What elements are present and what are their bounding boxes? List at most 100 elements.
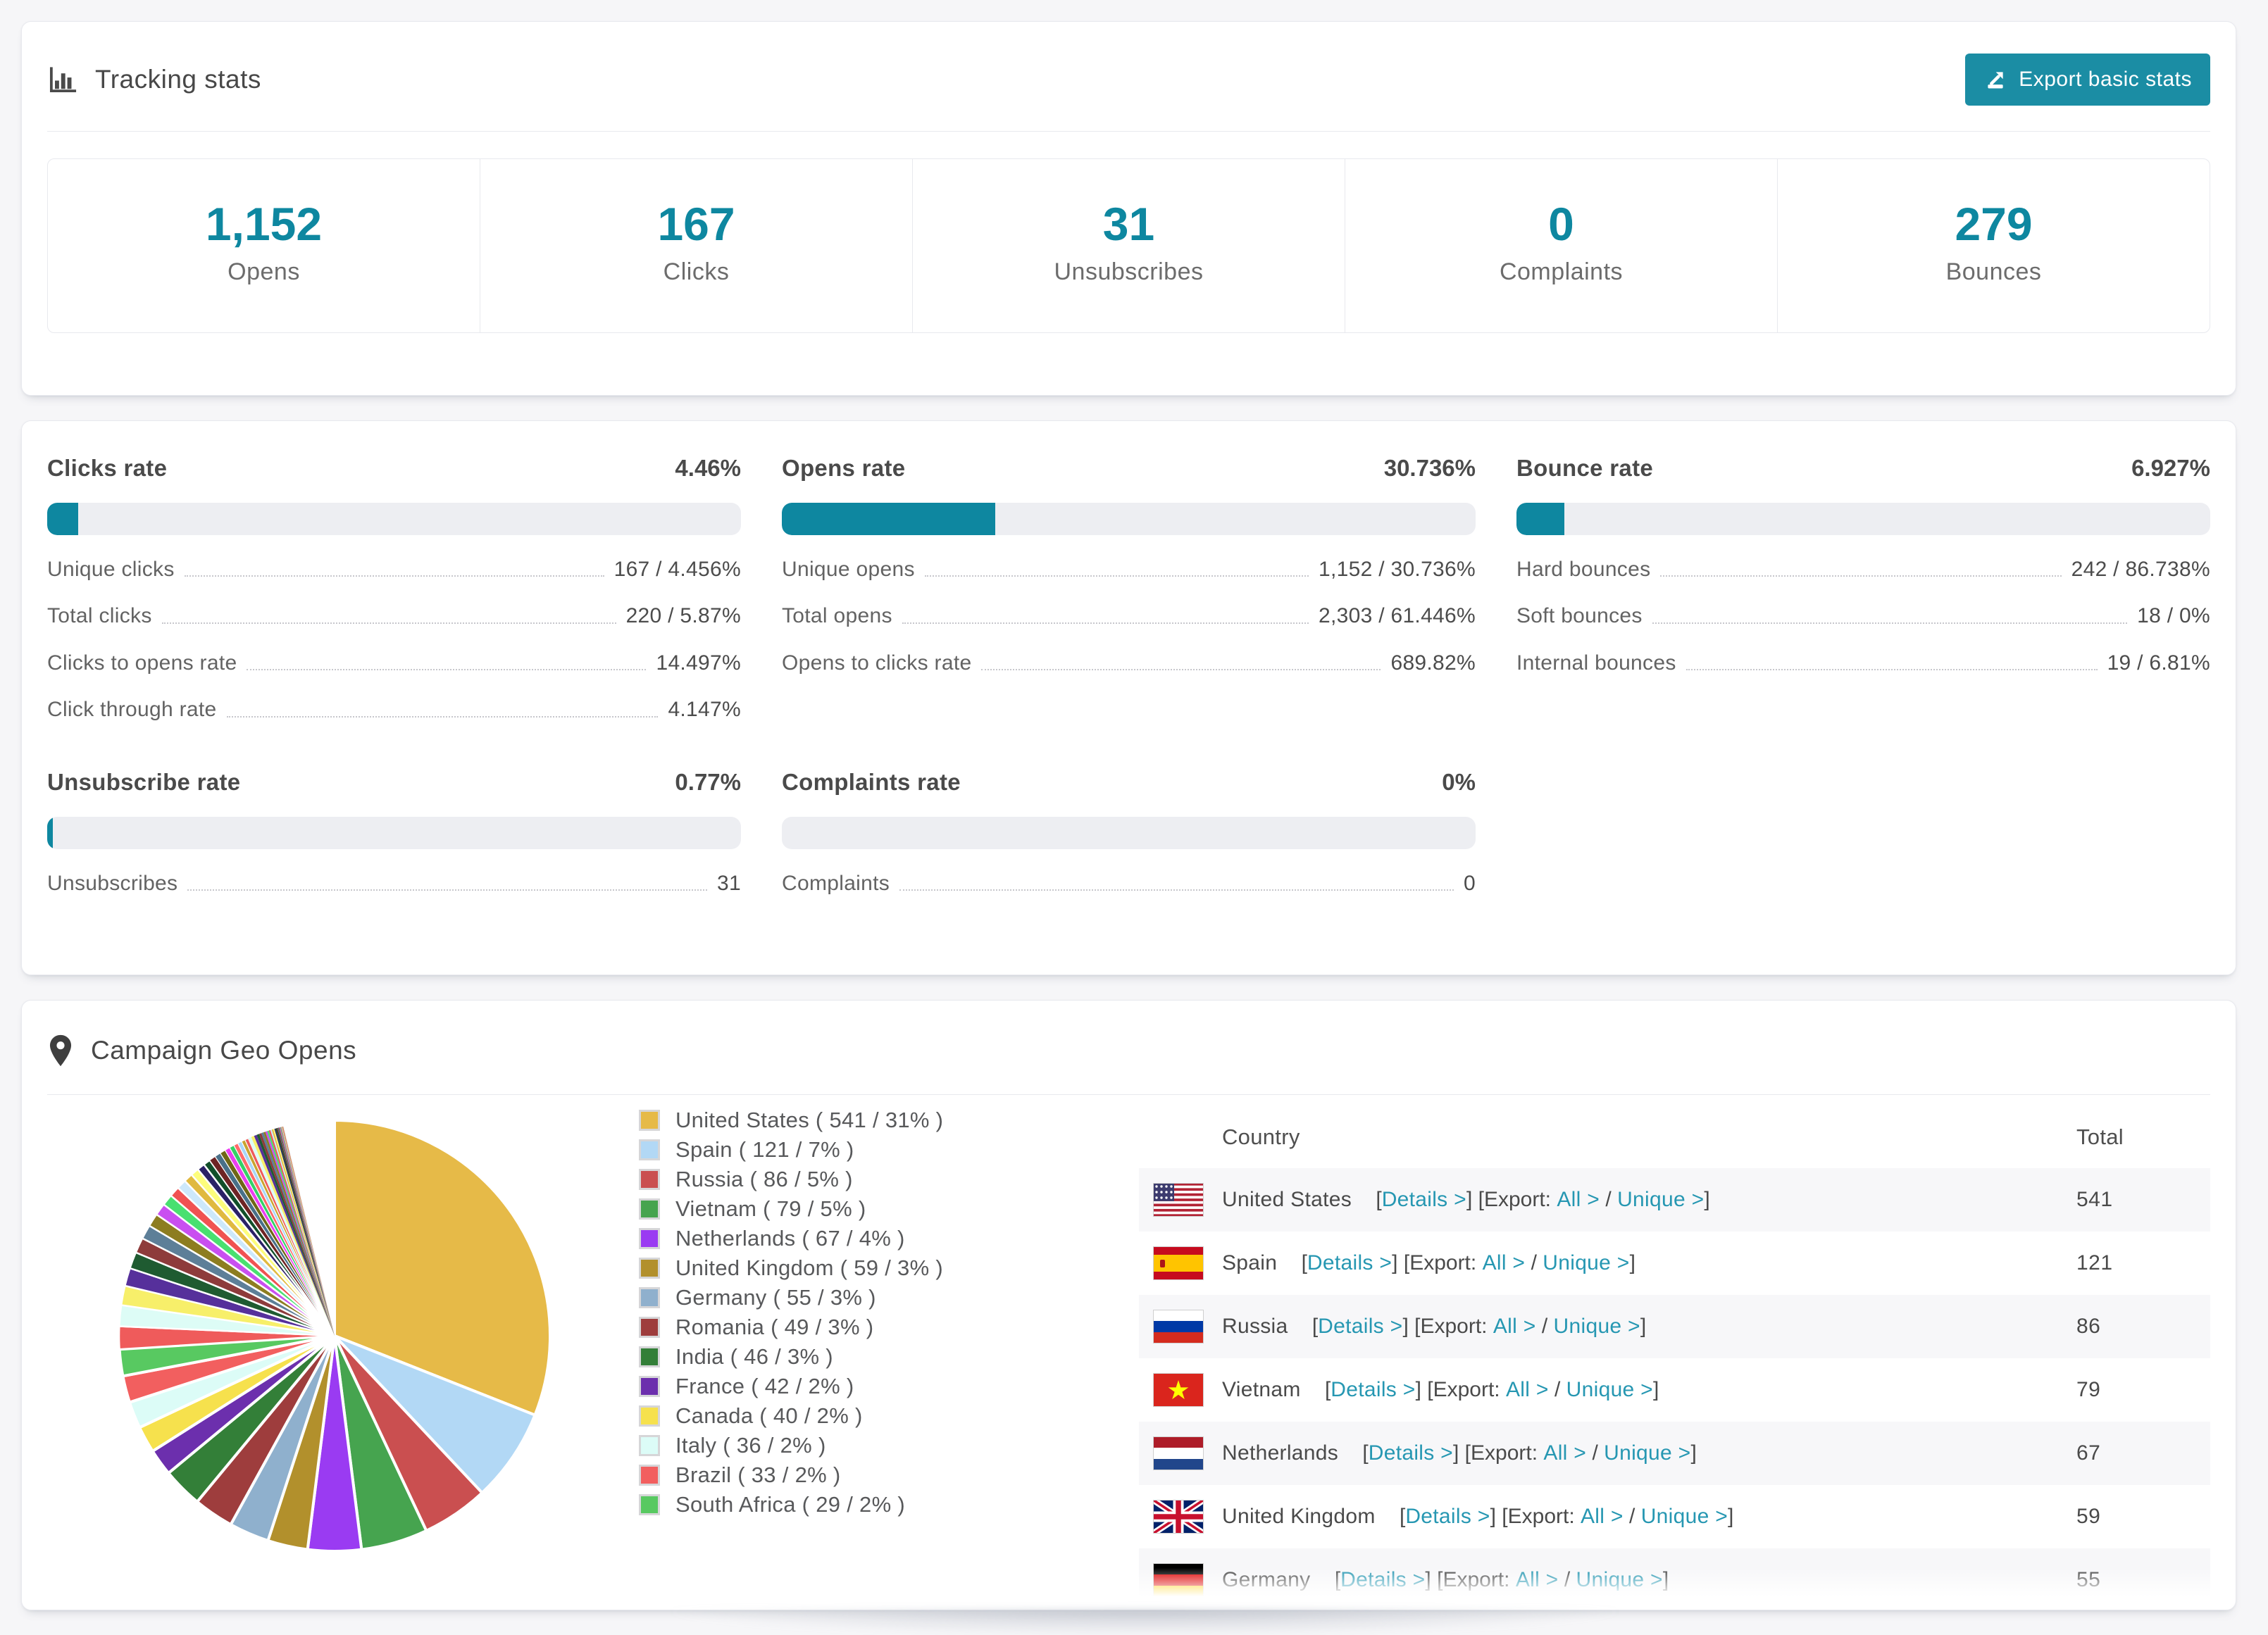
export-all-link[interactable]: All > — [1506, 1378, 1549, 1401]
details-link[interactable]: Details > — [1307, 1251, 1392, 1274]
export-unique-link[interactable]: Unique > — [1617, 1188, 1704, 1211]
legend-item-brazil[interactable]: Brazil ( 33 / 2% ) — [639, 1462, 1033, 1487]
legend-item-united-kingdom[interactable]: United Kingdom ( 59 / 3% ) — [639, 1255, 1033, 1280]
rate-detail-value: 0 — [1464, 871, 1476, 895]
legend-item-russia[interactable]: Russia ( 86 / 5% ) — [639, 1167, 1033, 1192]
flag-nl-icon — [1153, 1436, 1204, 1471]
export-unique-link[interactable]: Unique > — [1576, 1568, 1663, 1591]
export-icon — [1983, 68, 2007, 92]
legend-label: Germany ( 55 / 3% ) — [675, 1285, 876, 1310]
export-all-link[interactable]: All > — [1543, 1441, 1586, 1465]
geo-opens-card: Campaign Geo Opens United States ( 541 /… — [21, 1000, 2236, 1611]
country-links: [Details >] [Export: All > / Unique >] — [1319, 1378, 1659, 1402]
details-link[interactable]: Details > — [1318, 1315, 1402, 1338]
country-cell-container: Russia [Details >] [Export: All > / Uniq… — [1139, 1295, 2062, 1358]
export-unique-link[interactable]: Unique > — [1641, 1505, 1728, 1528]
legend-item-romania[interactable]: Romania ( 49 / 3% ) — [639, 1315, 1033, 1339]
table-row-germany: Germany [Details >] [Export: All > / Uni… — [1139, 1548, 2210, 1610]
rate-detail-row: Opens to clicks rate 689.82% — [782, 651, 1476, 676]
legend-label: India ( 46 / 3% ) — [675, 1344, 833, 1370]
legend-item-netherlands[interactable]: Netherlands ( 67 / 4% ) — [639, 1226, 1033, 1251]
details-link[interactable]: Details > — [1340, 1568, 1425, 1591]
legend-item-south-africa[interactable]: South Africa ( 29 / 2% ) — [639, 1492, 1033, 1517]
details-link[interactable]: Details > — [1331, 1378, 1415, 1401]
legend-item-vietnam[interactable]: Vietnam ( 79 / 5% ) — [639, 1196, 1033, 1221]
export-unique-link[interactable]: Unique > — [1554, 1315, 1640, 1338]
export-all-link[interactable]: All > — [1483, 1251, 1526, 1274]
stat-value: 1,152 — [205, 198, 323, 250]
legend-label: Italy ( 36 / 2% ) — [675, 1433, 826, 1458]
progress-bar-fill — [1516, 502, 1565, 535]
legend-item-india[interactable]: India ( 46 / 3% ) — [639, 1344, 1033, 1370]
country-cell: Spain [Details >] [Export: All > / Uniqu… — [1153, 1246, 2048, 1281]
progress-bar-fill — [47, 502, 78, 535]
country-cell-container: Germany [Details >] [Export: All > / Uni… — [1139, 1548, 2062, 1610]
country-total: 79 — [2076, 1378, 2101, 1402]
legend-label: South Africa ( 29 / 2% ) — [675, 1492, 905, 1517]
legend-swatch — [639, 1139, 660, 1161]
country-cell: Netherlands [Details >] [Export: All > /… — [1153, 1436, 2048, 1471]
dotted-leader — [981, 669, 1381, 671]
page-title: Tracking stats — [95, 65, 261, 94]
rate-detail-label: Complaints — [782, 871, 890, 895]
rate-detail-label: Total opens — [782, 604, 892, 628]
export-unique-link[interactable]: Unique > — [1543, 1251, 1629, 1274]
export-all-link[interactable]: All > — [1557, 1188, 1600, 1211]
table-row-netherlands: Netherlands [Details >] [Export: All > /… — [1139, 1422, 2210, 1486]
rate-header: Opens rate 30.736% — [782, 455, 1476, 482]
legend-label: France ( 42 / 2% ) — [675, 1374, 854, 1399]
country-name: United States — [1222, 1188, 1352, 1212]
geo-content: United States ( 541 / 31% ) Spain ( 121 /… — [47, 1106, 2210, 1610]
rate-detail-value: 18 / 0% — [2137, 604, 2210, 628]
country-cell: Germany [Details >] [Export: All > / Uni… — [1153, 1563, 2048, 1598]
export-unique-link[interactable]: Unique > — [1566, 1378, 1653, 1401]
export-basic-stats-button[interactable]: Export basic stats — [1965, 54, 2210, 106]
stat-tile-bounces: 279 Bounces — [1777, 159, 2210, 332]
country-name: Spain — [1222, 1251, 1278, 1275]
legend-swatch — [639, 1405, 660, 1427]
country-cell: United States [Details >] [Export: All >… — [1153, 1183, 2048, 1217]
flag-es-icon — [1153, 1246, 1204, 1281]
rate-title: Opens rate — [782, 454, 906, 481]
details-link[interactable]: Details > — [1382, 1188, 1466, 1211]
rate-card-unsubscribe-rate: Unsubscribe rate 0.77% Unsubscribes 31 — [47, 769, 741, 896]
dotted-leader — [1660, 575, 2062, 577]
legend-item-canada[interactable]: Canada ( 40 / 2% ) — [639, 1403, 1033, 1428]
country-total: 86 — [2076, 1315, 2101, 1339]
legend-item-united-states[interactable]: United States ( 541 / 31% ) — [639, 1108, 1033, 1132]
rate-header: Complaints rate 0% — [782, 769, 1476, 796]
legend-item-germany[interactable]: Germany ( 55 / 3% ) — [639, 1285, 1033, 1310]
details-link[interactable]: Details > — [1369, 1441, 1453, 1465]
stat-tile-opens: 1,152 Opens — [48, 159, 480, 332]
country-cell-container: Vietnam [Details >] [Export: All > / Uni… — [1139, 1358, 2062, 1422]
export-all-link[interactable]: All > — [1516, 1568, 1559, 1591]
stat-tile-clicks: 167 Clicks — [480, 159, 912, 332]
table-row-russia: Russia [Details >] [Export: All > / Uniq… — [1139, 1295, 2210, 1359]
legend-item-italy[interactable]: Italy ( 36 / 2% ) — [639, 1433, 1033, 1458]
export-all-link[interactable]: All > — [1581, 1505, 1624, 1528]
rate-detail-label: Internal bounces — [1516, 651, 1676, 675]
legend-swatch — [639, 1169, 660, 1191]
country-links: [Details >] [Export: All > / Unique >] — [1328, 1568, 1669, 1592]
rate-header: Clicks rate 4.46% — [47, 455, 741, 482]
stat-tile-unsubscribes: 31 Unsubscribes — [912, 159, 1345, 332]
table-row-united-kingdom: United Kingdom [Details >] [Export: All … — [1139, 1485, 2210, 1548]
geo-legend: United States ( 541 / 31% ) Spain ( 121 /… — [639, 1108, 1033, 1523]
legend-swatch — [639, 1376, 660, 1398]
export-unique-link[interactable]: Unique > — [1604, 1441, 1690, 1465]
legend-label: Russia ( 86 / 5% ) — [675, 1167, 853, 1192]
export-all-link[interactable]: All > — [1493, 1315, 1536, 1338]
dotted-leader — [924, 575, 1309, 577]
country-total: 121 — [2076, 1251, 2113, 1275]
details-link[interactable]: Details > — [1405, 1505, 1490, 1528]
legend-item-france[interactable]: France ( 42 / 2% ) — [639, 1374, 1033, 1399]
rate-title: Bounce rate — [1516, 454, 1654, 481]
rates-card: Clicks rate 4.46% Unique clicks 167 / 4.456… — [21, 420, 2236, 976]
rate-card-bounce-rate: Bounce rate 6.927% Hard bounces 242 / 86.73… — [1516, 455, 2210, 722]
legend-label: Spain ( 121 / 7% ) — [675, 1137, 854, 1163]
country-total: 55 — [2076, 1568, 2101, 1592]
flag-vn-icon — [1153, 1373, 1204, 1408]
rate-detail-value: 14.497% — [656, 651, 741, 675]
flag-de-icon — [1153, 1563, 1204, 1598]
legend-item-spain[interactable]: Spain ( 121 / 7% ) — [639, 1137, 1033, 1163]
